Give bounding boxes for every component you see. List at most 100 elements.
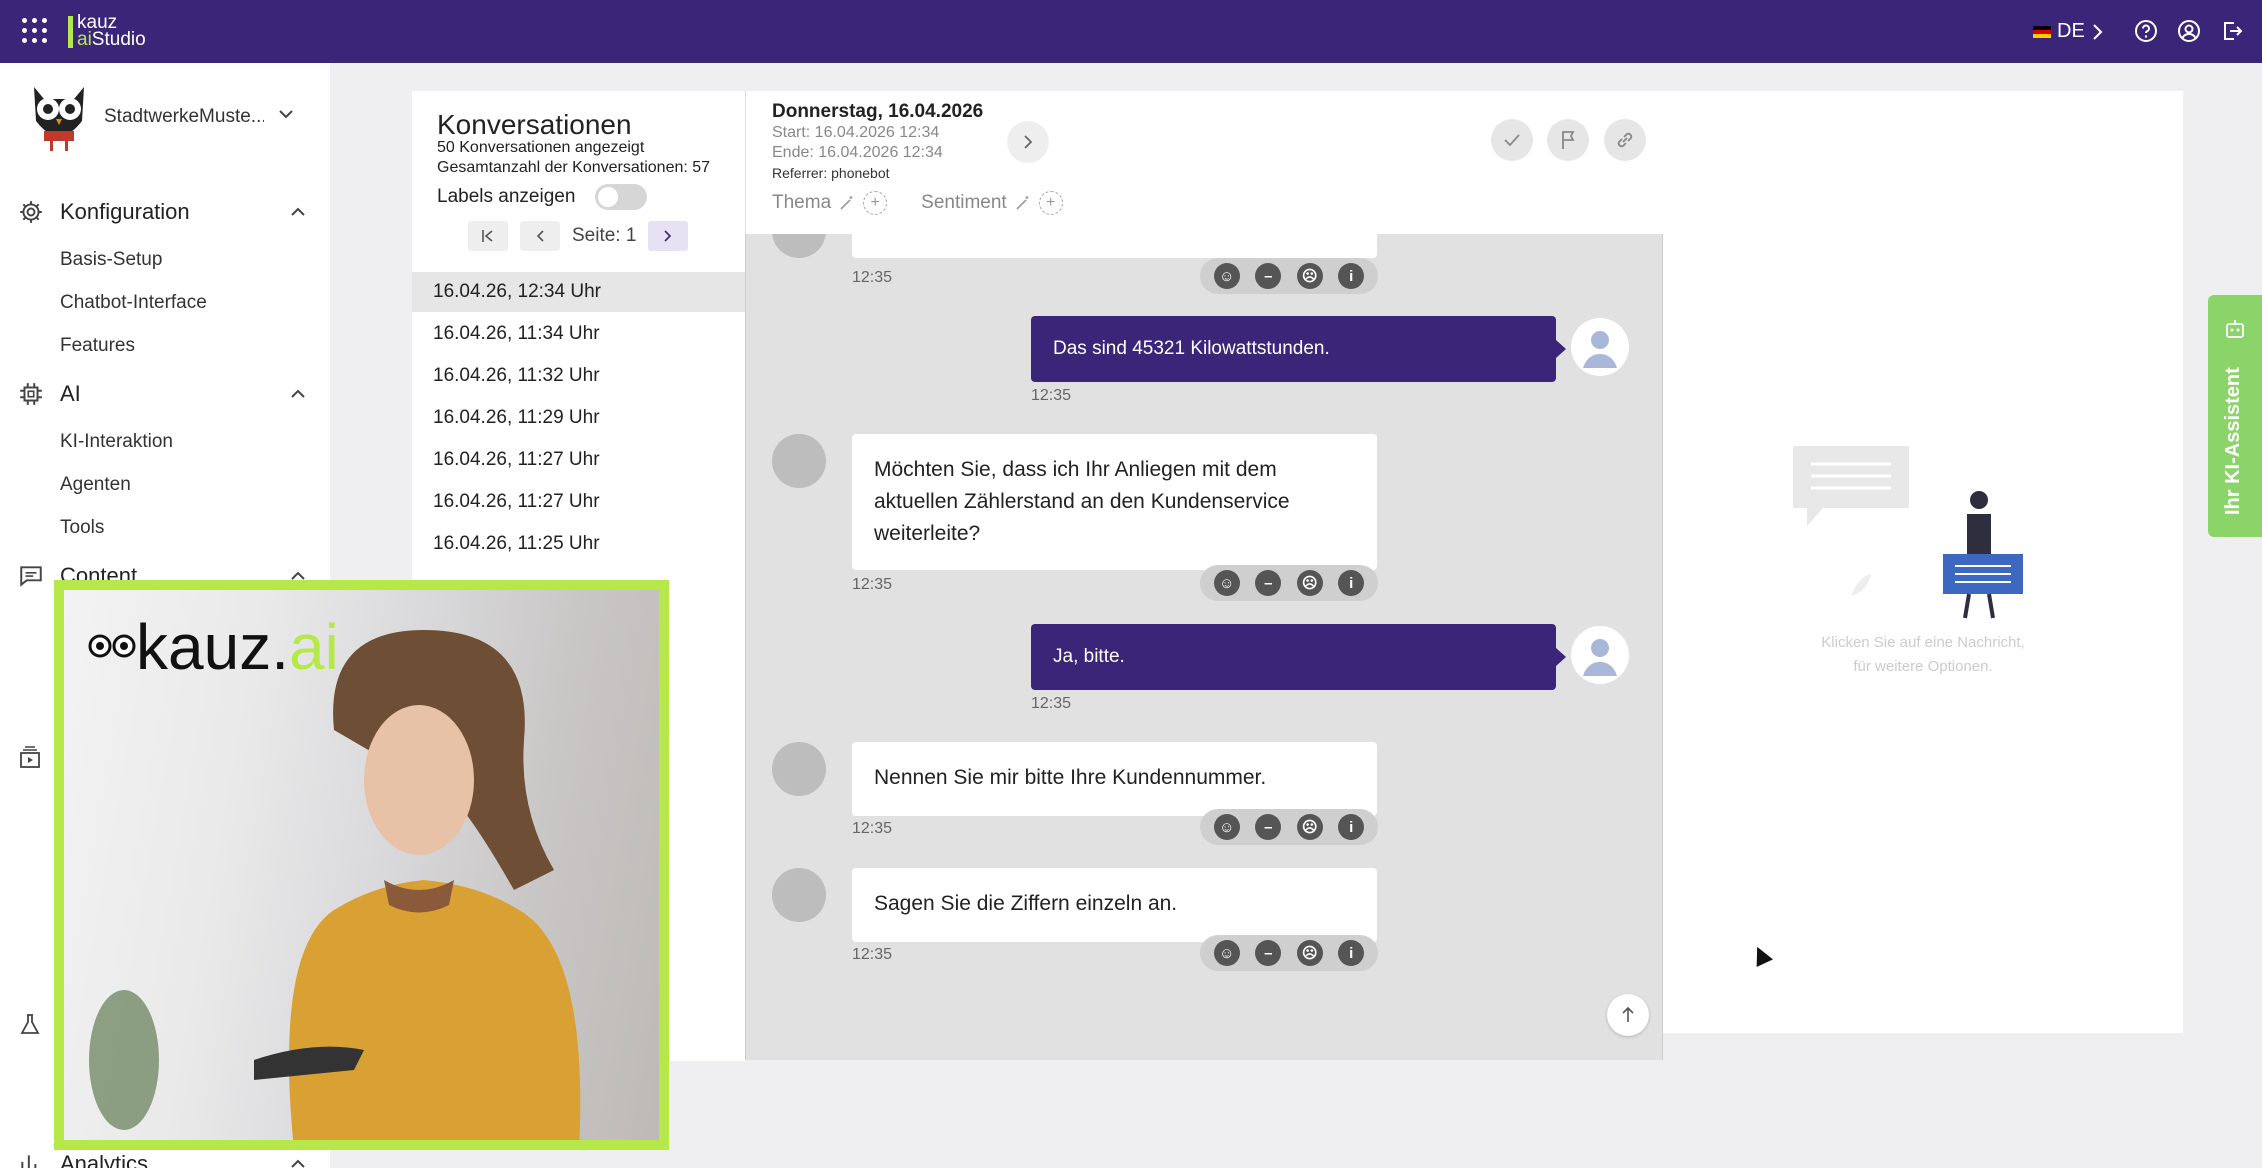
neutral-face-icon[interactable]: –	[1255, 570, 1282, 596]
next-page-button[interactable]	[648, 221, 689, 251]
user-message[interactable]: Das sind 45321 Kilowattstunden.	[1031, 316, 1566, 382]
neutral-face-icon[interactable]: –	[1255, 940, 1282, 966]
tenant-selector[interactable]: StadtwerkeMuste...	[26, 81, 264, 153]
labels-toggle-label: Labels anzeigen	[437, 186, 576, 207]
flag-button[interactable]	[1547, 119, 1589, 161]
info-icon[interactable]: i	[1338, 263, 1365, 289]
conversation-item[interactable]: 16.04.26, 11:25 Uhr	[412, 524, 745, 564]
conversation-start: Start: 16.04.2026 12:34	[772, 124, 940, 141]
sad-face-icon[interactable]: ☹	[1296, 570, 1323, 596]
person-icon	[1583, 639, 1617, 676]
chevron-up-icon	[291, 1159, 305, 1168]
message-text: Möchten Sie, dass ich Ihr Anliegen mit d…	[874, 458, 1290, 545]
sad-face-icon[interactable]: ☹	[1296, 814, 1323, 840]
happy-face-icon[interactable]: ☺	[1213, 940, 1240, 966]
media-icon[interactable]	[18, 746, 42, 770]
language-switcher[interactable]: DE	[2033, 20, 2103, 43]
next-conversation-button[interactable]	[1007, 121, 1049, 163]
flask-icon[interactable]	[18, 1013, 42, 1037]
link-icon	[1617, 132, 1633, 148]
labels-toggle[interactable]	[595, 184, 648, 210]
app-logo[interactable]: kauz aiStudio	[68, 13, 146, 50]
gear-icon	[20, 201, 42, 223]
logo-studio: Studio	[91, 29, 146, 50]
sidebar-item-ki-interaktion[interactable]: KI-Interaktion	[60, 431, 173, 453]
sidebar-section-konfiguration[interactable]: Konfiguration	[18, 199, 318, 225]
sidebar-item-chatbot-interface[interactable]: Chatbot-Interface	[60, 292, 207, 314]
tag-row: Thema + Sentiment +	[772, 191, 1089, 215]
happy-face-icon[interactable]: ☺	[1213, 570, 1240, 596]
chevron-right-icon	[2093, 23, 2103, 40]
conversation-item[interactable]: 16.04.26, 11:34 Uhr	[412, 314, 745, 354]
bot-message[interactable]: Nennen Sie mir bitte Ihre Kundennummer.	[852, 742, 1377, 816]
message-text: Das sind 45321 Kilowattstunden.	[1053, 338, 1330, 359]
help-icon[interactable]	[2134, 19, 2158, 43]
conversation-end: Ende: 16.04.2026 12:34	[772, 144, 943, 161]
first-page-button[interactable]	[468, 221, 508, 251]
logo-ai: ai	[77, 29, 92, 50]
user-avatar	[1571, 626, 1629, 684]
info-icon[interactable]: i	[1338, 814, 1365, 840]
bot-message[interactable]: Sagen Sie die Ziffern einzeln an.	[852, 868, 1377, 942]
chevron-right-icon	[1024, 135, 1033, 149]
chevron-right-icon	[664, 230, 672, 242]
person-icon	[1583, 331, 1617, 368]
sad-face-icon[interactable]: ☹	[1296, 263, 1323, 289]
chevron-up-icon	[291, 207, 305, 216]
info-icon[interactable]: i	[1338, 570, 1365, 596]
add-thema-button[interactable]: +	[863, 191, 888, 215]
chat-header: Donnerstag, 16.04.2026 Start: 16.04.2026…	[745, 91, 1663, 234]
sidebar-item-basis-setup[interactable]: Basis-Setup	[60, 249, 162, 271]
happy-face-icon[interactable]: ☺	[1213, 814, 1240, 840]
happy-face-icon[interactable]: ☺	[1213, 263, 1240, 289]
neutral-face-icon[interactable]: –	[1255, 814, 1282, 840]
sidebar-item-agenten[interactable]: Agenten	[60, 474, 131, 496]
prev-page-button[interactable]	[520, 221, 560, 251]
magic-wand-icon[interactable]	[839, 195, 855, 211]
arrow-up-icon	[1622, 1006, 1634, 1022]
labels-toggle-row: Labels anzeigen	[437, 184, 648, 210]
chat-messages[interactable]: 12:35 ☺ – ☹ i Das sind 45321 Kilowattstu…	[745, 234, 1663, 1060]
app-grid-icon[interactable]	[22, 18, 48, 44]
info-icon[interactable]: i	[1338, 940, 1365, 966]
bot-message[interactable]: Möchten Sie, dass ich Ihr Anliegen mit d…	[852, 434, 1377, 570]
first-page-icon	[482, 230, 493, 242]
bar-chart-icon	[21, 1155, 37, 1168]
sidebar-item-features[interactable]: Features	[60, 335, 135, 357]
mark-done-button[interactable]	[1491, 119, 1533, 161]
conversation-item[interactable]: 16.04.26, 11:27 Uhr	[412, 482, 745, 522]
conversation-date: Donnerstag, 16.04.2026	[772, 101, 984, 122]
magic-wand-icon[interactable]	[1015, 195, 1031, 211]
neutral-face-icon[interactable]: –	[1255, 263, 1282, 289]
ki-assistant-label: Ihr KI-Assistent	[2222, 367, 2244, 515]
chevron-left-icon	[536, 230, 544, 242]
conversation-referrer: Referrer: phonebot	[772, 165, 890, 181]
message-time: 12:35	[852, 946, 893, 963]
bot-avatar	[772, 434, 826, 488]
reaction-bar: ☺ – ☹ i	[1200, 565, 1378, 601]
sidebar-section-analytics[interactable]: Analytics	[18, 1151, 318, 1168]
bot-avatar	[772, 742, 826, 796]
user-message[interactable]: Ja, bitte.	[1031, 624, 1566, 690]
webcam-overlay: kauz. ai	[54, 580, 669, 1150]
sidebar-section-ai[interactable]: AI	[18, 381, 318, 407]
conversation-item[interactable]: 16.04.26, 12:34 Uhr	[412, 272, 745, 312]
message-time: 12:35	[1031, 387, 1072, 404]
sad-face-icon[interactable]: ☹	[1296, 940, 1323, 966]
check-icon	[1504, 134, 1520, 147]
bot-message-partial[interactable]	[852, 234, 1377, 258]
user-account-icon[interactable]	[2177, 19, 2201, 43]
conversation-item[interactable]: 16.04.26, 11:27 Uhr	[412, 440, 745, 480]
hint-line-1: Klicken Sie auf eine Nachricht,	[1821, 634, 2025, 651]
scroll-to-top-button[interactable]	[1607, 994, 1649, 1036]
language-label: DE	[2057, 20, 2085, 42]
sidebar-item-tools[interactable]: Tools	[60, 517, 104, 539]
logout-icon[interactable]	[2220, 19, 2244, 43]
message-text: Sagen Sie die Ziffern einzeln an.	[874, 892, 1178, 915]
conversation-item[interactable]: 16.04.26, 11:32 Uhr	[412, 356, 745, 396]
chevron-down-icon[interactable]	[278, 109, 294, 119]
copy-link-button[interactable]	[1604, 119, 1646, 161]
conversation-item[interactable]: 16.04.26, 11:29 Uhr	[412, 398, 745, 438]
message-time: 12:35	[1031, 695, 1072, 712]
add-sentiment-button[interactable]: +	[1038, 191, 1063, 215]
